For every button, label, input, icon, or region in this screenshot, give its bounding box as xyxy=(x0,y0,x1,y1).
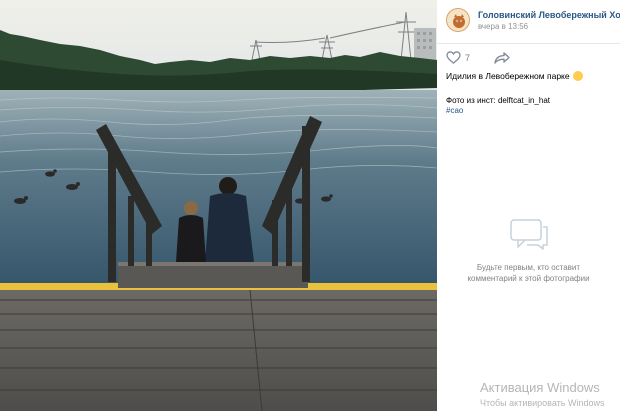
photo-scene xyxy=(0,0,437,411)
watermark-title: Активация Windows xyxy=(480,380,600,395)
wooden-deck xyxy=(0,283,437,411)
squirrel-icon xyxy=(447,9,469,31)
comments-empty-state: Будьте первым, кто оставит комментарий к… xyxy=(437,218,620,284)
divider xyxy=(437,43,620,44)
like-button[interactable]: 7 xyxy=(446,50,482,66)
photo-credit: Фото из инст: delftcat_in_hat xyxy=(446,96,550,105)
smiling-face-emoji-icon xyxy=(572,71,583,81)
author-avatar[interactable] xyxy=(446,8,470,32)
post-timestamp[interactable]: вчера в 13:56 xyxy=(478,22,528,31)
hashtag-link[interactable]: #сао xyxy=(446,106,463,115)
heart-icon xyxy=(446,51,461,64)
share-button[interactable] xyxy=(494,50,512,66)
post-photo[interactable] xyxy=(0,0,437,411)
speech-bubbles-icon xyxy=(509,219,548,250)
author-name-link[interactable]: Головинский Левобережный Ховр… xyxy=(478,10,620,20)
post-side-panel: Головинский Левобережный Ховр… вчера в 1… xyxy=(437,0,620,411)
post-caption: Идилия в Левобережном парке xyxy=(446,71,583,81)
post-author-row: Головинский Левобережный Ховр… вчера в 1… xyxy=(446,8,620,36)
share-arrow-icon xyxy=(494,52,510,64)
comments-empty-line1: Будьте первым, кто оставит xyxy=(476,263,581,272)
like-count: 7 xyxy=(465,53,471,63)
windows-activation-watermark: Активация Windows Чтобы активировать Win… xyxy=(480,380,604,408)
comments-empty-line2: комментарий к этой фотографии xyxy=(467,274,590,283)
caption-text: Идилия в Левобережном парке xyxy=(446,71,570,81)
post-actions: 7 xyxy=(446,50,606,66)
watermark-subtitle: Чтобы активировать Windows xyxy=(480,398,605,408)
